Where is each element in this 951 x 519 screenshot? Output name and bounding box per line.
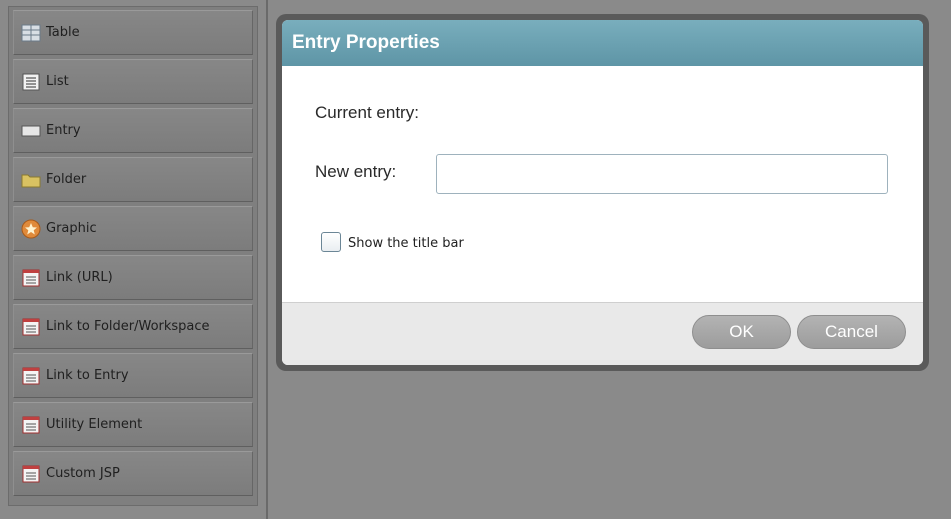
palette-item-folder[interactable]: Folder [13,157,253,202]
palette-item-graphic[interactable]: Graphic [13,206,253,251]
entry-properties-dialog: Entry Properties Current entry: New entr… [276,14,929,371]
ok-button[interactable]: OK [692,315,791,349]
palette-item-utility[interactable]: Utility Element [13,402,253,447]
entry-icon [21,125,41,136]
new-entry-label: New entry: [315,162,397,181]
palette-item-label: Link (URL) [46,270,113,285]
palette-item-table[interactable]: Table [13,10,253,55]
dialog-body: Entry Properties Current entry: New entr… [282,20,923,365]
link-url-icon [22,269,40,286]
palette-item-label: Link to Folder/Workspace [46,319,210,334]
link-folder-icon [22,318,40,335]
current-entry-label: Current entry: [315,103,419,122]
custom-jsp-icon [22,465,40,482]
show-title-bar-label: Show the title bar [348,236,464,251]
palette-item-label: Entry [46,123,81,138]
palette-item-label: Link to Entry [46,368,129,383]
link-entry-icon [22,367,40,384]
palette-item-link-entry[interactable]: Link to Entry [13,353,253,398]
palette-item-label: List [46,74,69,89]
palette-item-label: Custom JSP [46,466,120,481]
palette-item-entry[interactable]: Entry [13,108,253,153]
dialog-footer: OK Cancel [282,302,923,365]
palette-item-label: Folder [46,172,87,187]
dialog-title-bar[interactable]: Entry Properties [282,20,923,66]
palette-item-label: Table [46,25,80,40]
dialog-title: Entry Properties [292,32,440,53]
palette-item-list[interactable]: List [13,59,253,104]
utility-icon [22,416,40,433]
folder-icon [21,174,41,187]
palette-item-custom-jsp[interactable]: Custom JSP [13,451,253,496]
palette-item-label: Utility Element [46,417,143,432]
graphic-icon [21,219,41,238]
new-entry-input[interactable] [436,154,888,194]
table-icon [21,24,41,41]
palette-item-link-url[interactable]: Link (URL) [13,255,253,300]
list-icon [22,73,40,90]
cancel-button[interactable]: Cancel [797,315,906,349]
element-palette: Table List Entry Folder Graphic Link (UR… [8,6,258,506]
show-title-bar-checkbox[interactable] [321,232,341,252]
palette-item-link-folder[interactable]: Link to Folder/Workspace [13,304,253,349]
palette-item-label: Graphic [46,221,97,236]
panel-divider [266,0,268,519]
